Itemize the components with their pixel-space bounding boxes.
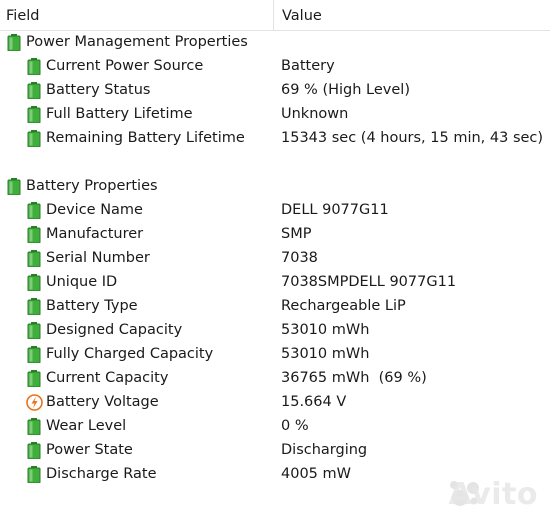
row-value: 4005 mW	[281, 466, 351, 482]
row-label: Current Power Source	[46, 58, 204, 74]
row-value: Battery	[281, 58, 335, 74]
battery-icon	[26, 346, 42, 364]
list-item[interactable]: Unique ID 7038SMPDELL 9077G11	[0, 270, 550, 294]
list-item[interactable]: Device Name DELL 9077G11	[0, 198, 550, 222]
battery-icon	[26, 58, 42, 76]
list-item[interactable]: Serial Number 7038	[0, 246, 550, 270]
row-label: Battery Properties	[26, 178, 158, 194]
row-label: Manufacturer	[46, 226, 144, 242]
row-value: Rechargeable LiP	[281, 298, 406, 314]
row-value: Discharging	[281, 442, 368, 458]
row-label: Wear Level	[46, 418, 127, 434]
list-item[interactable]: Full Battery Lifetime Unknown	[0, 102, 550, 126]
list-item[interactable]: Fully Charged Capacity 53010 mWh	[0, 342, 550, 366]
column-header: Field Value	[0, 0, 550, 31]
battery-icon	[26, 130, 42, 148]
list-item[interactable]: Manufacturer SMP	[0, 222, 550, 246]
list-item[interactable]: Designed Capacity 53010 mWh	[0, 318, 550, 342]
battery-icon	[26, 370, 42, 388]
battery-icon	[26, 226, 42, 244]
row-label: Power Management Properties	[26, 34, 248, 50]
battery-icon	[6, 34, 22, 52]
battery-icon	[26, 466, 42, 484]
row-label: Full Battery Lifetime	[46, 106, 193, 122]
row-label: Battery Status	[46, 82, 151, 98]
row-label: Remaining Battery Lifetime	[46, 130, 245, 146]
list-item[interactable]: Battery Voltage 15.664 V	[0, 390, 550, 414]
battery-icon	[26, 322, 42, 340]
row-label: Device Name	[46, 202, 143, 218]
battery-icon	[26, 106, 42, 124]
row-value: 53010 mWh	[281, 346, 370, 362]
group-row-power-management[interactable]: Power Management Properties	[0, 30, 550, 54]
row-label: Power State	[46, 442, 133, 458]
row-value: 36765 mWh (69 %)	[281, 370, 427, 386]
battery-icon	[26, 250, 42, 268]
column-header-value[interactable]: Value	[273, 0, 550, 30]
row-label: Serial Number	[46, 250, 150, 266]
watermark: Avito	[448, 477, 538, 512]
voltage-icon	[26, 394, 43, 411]
list-item[interactable]: Current Capacity 36765 mWh (69 %)	[0, 366, 550, 390]
row-label: Designed Capacity	[46, 322, 183, 338]
list-item[interactable]: Remaining Battery Lifetime 15343 sec (4 …	[0, 126, 550, 150]
row-value: Unknown	[281, 106, 349, 122]
row-value: 15343 sec (4 hours, 15 min, 43 sec)	[281, 130, 544, 146]
list-item[interactable]: Battery Type Rechargeable LiP	[0, 294, 550, 318]
row-value: SMP	[281, 226, 312, 242]
row-label: Discharge Rate	[46, 466, 157, 482]
battery-icon	[26, 442, 42, 460]
row-value: 7038	[281, 250, 318, 266]
battery-icon	[26, 298, 42, 316]
battery-icon	[26, 82, 42, 100]
list-item[interactable]: Power State Discharging	[0, 438, 550, 462]
row-value: DELL 9077G11	[281, 202, 389, 218]
row-value: 0 %	[281, 418, 309, 434]
list-item[interactable]: Current Power Source Battery	[0, 54, 550, 78]
row-value: 15.664 V	[281, 394, 347, 410]
row-value: 7038SMPDELL 9077G11	[281, 274, 457, 290]
battery-icon	[26, 274, 42, 292]
battery-icon	[26, 202, 42, 220]
battery-icon	[6, 178, 22, 196]
list-item[interactable]: Wear Level 0 %	[0, 414, 550, 438]
row-label: Unique ID	[46, 274, 118, 290]
group-row-battery-properties[interactable]: Battery Properties	[0, 174, 550, 198]
row-value: 69 % (High Level)	[281, 82, 410, 98]
row-label: Battery Voltage	[46, 394, 159, 410]
row-label: Current Capacity	[46, 370, 169, 386]
list-item[interactable]: Battery Status 69 % (High Level)	[0, 78, 550, 102]
row-value: 53010 mWh	[281, 322, 370, 338]
row-label: Fully Charged Capacity	[46, 346, 214, 362]
column-header-field[interactable]: Field	[0, 0, 272, 30]
battery-icon	[26, 418, 42, 436]
row-label: Battery Type	[46, 298, 138, 314]
